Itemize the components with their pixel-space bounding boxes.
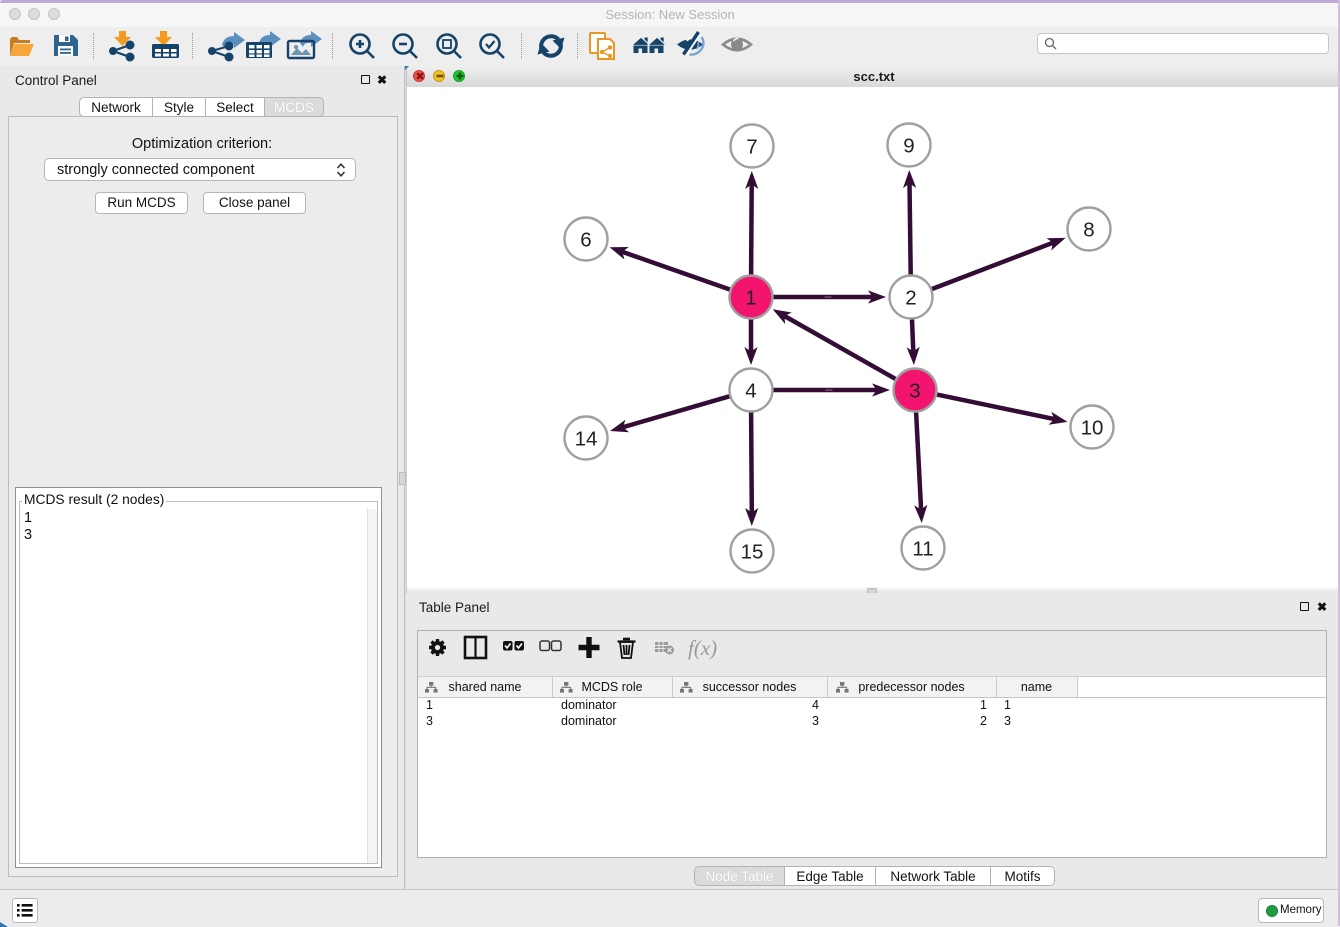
svg-text:11: 11	[912, 538, 933, 561]
svg-text:14: 14	[575, 428, 598, 451]
svg-text:6: 6	[580, 229, 591, 252]
svg-text:4: 4	[745, 380, 756, 403]
svg-text:9: 9	[903, 135, 914, 158]
svg-text:f(x): f(x)	[688, 636, 717, 660]
svg-text:15: 15	[741, 541, 764, 564]
svg-text:2: 2	[905, 287, 916, 310]
svg-text:8: 8	[1083, 219, 1094, 242]
svg-text:1: 1	[745, 287, 756, 310]
svg-text:10: 10	[1081, 417, 1104, 440]
svg-text:3: 3	[909, 380, 920, 403]
svg-text:7: 7	[746, 136, 757, 159]
